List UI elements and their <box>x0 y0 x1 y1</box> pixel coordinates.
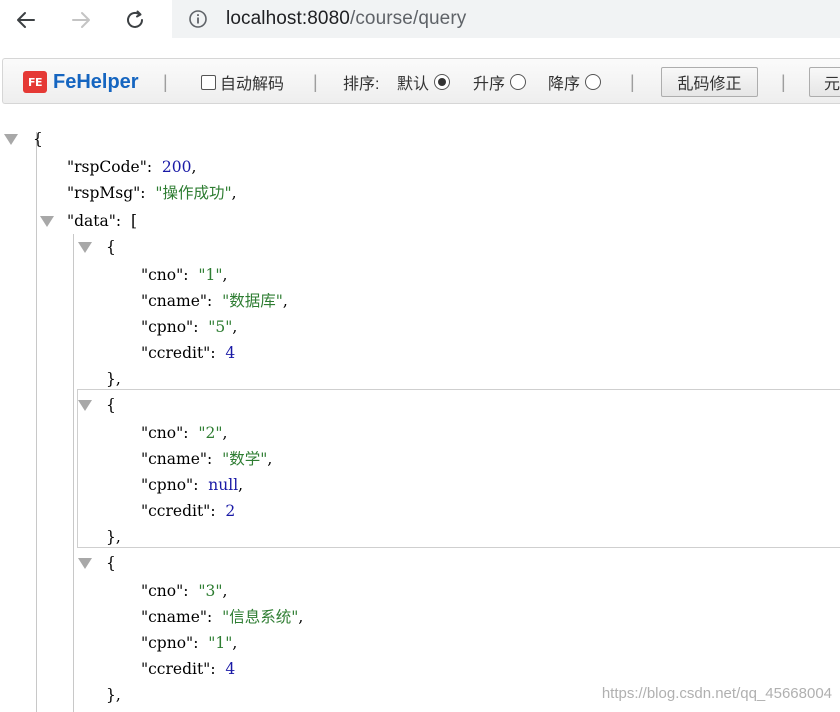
address-bar[interactable]: localhost:8080/course/query <box>172 0 840 38</box>
json-row-rspmsg: "rspMsg": "操作成功", <box>67 184 237 202</box>
more-button[interactable]: 元 <box>809 67 840 97</box>
toolbar-separator: | <box>781 71 786 92</box>
json-key: "cno" <box>141 424 184 442</box>
auto-decode-label: 自动解码 <box>220 76 285 93</box>
json-null: null <box>208 476 239 494</box>
json-key: "data" <box>67 212 116 230</box>
json-number: 200 <box>161 158 192 176</box>
collapse-item-icon[interactable] <box>78 400 92 411</box>
json-key: "cname" <box>141 450 208 468</box>
json-row-cno: "cno": "2", <box>141 424 228 442</box>
json-row-ccredit: "ccredit": 2 <box>141 502 236 520</box>
sort-asc-radio[interactable]: 升序 <box>473 59 527 105</box>
radio-checked-icon[interactable] <box>434 74 451 90</box>
json-item-open: { <box>106 238 116 256</box>
json-string: "2" <box>198 424 223 442</box>
json-item-close: }, <box>106 528 121 546</box>
sort-default-radio[interactable]: 默认 <box>397 59 451 105</box>
reload-button[interactable] <box>117 4 153 36</box>
json-number: 2 <box>225 502 236 520</box>
url-text[interactable]: localhost:8080/course/query <box>226 8 466 30</box>
json-key: "ccredit" <box>141 502 211 520</box>
json-item-close: }, <box>106 686 121 704</box>
json-key: "cpno" <box>141 634 194 652</box>
arrow-right-icon <box>72 12 90 28</box>
json-key: "cpno" <box>141 476 194 494</box>
fehelper-toolbar: FE FeHelper | 自动解码 | 排序: 默认 升序 降序 | 乱码修正… <box>2 58 840 104</box>
json-viewer: { "rspCode": 200, "rspMsg": "操作成功", "dat… <box>0 112 840 712</box>
sort-desc-radio[interactable]: 降序 <box>548 59 602 105</box>
json-key: "cno" <box>141 582 184 600</box>
json-key: "cname" <box>141 608 208 626</box>
json-row-ccredit: "ccredit": 4 <box>141 344 236 362</box>
json-row-rspcode: "rspCode": 200, <box>67 158 197 176</box>
json-row-data: "data": [ <box>67 212 138 230</box>
json-row-ccredit: "ccredit": 4 <box>141 660 236 678</box>
indent-guide <box>73 234 74 712</box>
json-key: "cname" <box>141 292 208 310</box>
json-root-open: { <box>33 130 43 148</box>
json-number: 4 <box>225 660 236 678</box>
indent-guide <box>36 132 37 712</box>
json-row-cname: "cname": "数学", <box>141 450 273 468</box>
json-key: "cpno" <box>141 318 194 336</box>
url-path: /course/query <box>349 8 467 29</box>
url-host: localhost:8080 <box>226 8 350 29</box>
json-row-cpno: "cpno": "1", <box>141 634 238 652</box>
json-string: "1" <box>208 634 233 652</box>
json-number: 4 <box>225 344 236 362</box>
json-row-cpno: "cpno": null, <box>141 476 244 494</box>
json-item-open: { <box>106 396 116 414</box>
toolbar-separator: | <box>313 71 318 92</box>
json-row-cno: "cno": "3", <box>141 582 228 600</box>
checkbox-icon[interactable] <box>201 74 216 90</box>
info-icon[interactable] <box>188 9 208 29</box>
json-string: "数学" <box>222 450 268 468</box>
json-string: "5" <box>208 318 233 336</box>
sort-default-label: 默认 <box>397 76 430 93</box>
auto-decode-checkbox[interactable]: 自动解码 <box>201 59 284 105</box>
fix-encoding-button[interactable]: 乱码修正 <box>661 67 758 97</box>
radio-unchecked-icon[interactable] <box>510 74 527 90</box>
sort-asc-label: 升序 <box>473 76 506 93</box>
sort-desc-label: 降序 <box>548 76 581 93</box>
json-string: "操作成功" <box>155 184 232 202</box>
collapse-item-icon[interactable] <box>78 242 92 253</box>
json-key: "rspCode" <box>67 158 147 176</box>
back-button[interactable] <box>8 4 44 36</box>
sort-label: 排序: <box>343 76 380 93</box>
json-row-cno: "cno": "1", <box>141 266 228 284</box>
json-key: "cno" <box>141 266 184 284</box>
arrow-left-icon <box>17 12 35 28</box>
json-row-cpno: "cpno": "5", <box>141 318 238 336</box>
json-key: "ccredit" <box>141 344 211 362</box>
browser-toolbar: localhost:8080/course/query <box>0 0 840 44</box>
forward-button[interactable] <box>63 4 99 36</box>
radio-unchecked-icon[interactable] <box>585 74 602 90</box>
json-string: "信息系统" <box>222 608 299 626</box>
toolbar-separator: | <box>163 71 168 92</box>
json-item-open: { <box>106 554 116 572</box>
json-row-cname: "cname": "信息系统", <box>141 608 304 626</box>
json-string: "1" <box>198 266 223 284</box>
fehelper-brand: FeHelper <box>53 70 139 93</box>
json-key: "rspMsg" <box>67 184 141 202</box>
json-string: "数据库" <box>222 292 283 310</box>
fehelper-logo-icon: FE <box>23 71 47 93</box>
collapse-item-icon[interactable] <box>78 558 92 569</box>
reload-icon <box>127 10 143 28</box>
json-key: "ccredit" <box>141 660 211 678</box>
fehelper-logo[interactable]: FE FeHelper <box>23 59 139 105</box>
watermark: https://blog.csdn.net/qq_45668004 <box>601 685 832 702</box>
toolbar-separator: | <box>630 71 635 92</box>
collapse-root-icon[interactable] <box>4 134 18 145</box>
json-row-cname: "cname": "数据库", <box>141 292 288 310</box>
collapse-data-icon[interactable] <box>40 216 54 227</box>
json-string: "3" <box>198 582 223 600</box>
